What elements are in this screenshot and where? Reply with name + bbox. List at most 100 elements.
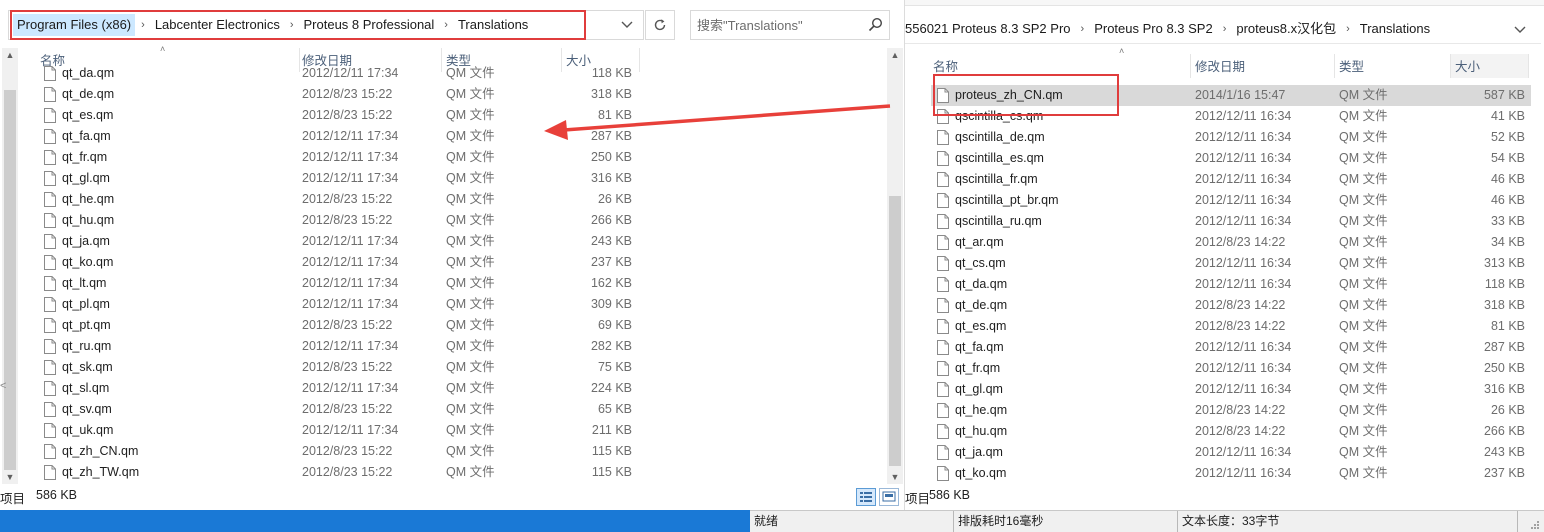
table-row[interactable]: qt_ja.qm 2012/12/11 16:34 QM 文件 243 KB (931, 442, 1531, 463)
table-row[interactable]: qscintilla_cs.qm 2012/12/11 16:34 QM 文件 41 … (931, 106, 1531, 127)
scroll-down-arrow-icon[interactable]: ▼ (2, 470, 18, 484)
search-input[interactable] (697, 16, 857, 34)
file-name: qt_he.qm (955, 403, 1008, 417)
file-size: 250 KB (590, 150, 632, 164)
file-size: 266 KB (1483, 424, 1525, 438)
table-row[interactable]: qt_ar.qm 2012/8/23 14:22 QM 文件 34 KB (931, 232, 1531, 253)
table-row[interactable]: qt_fa.qm 2012/12/11 17:34 QM 文件 287 KB (22, 126, 642, 147)
breadcrumb-separator-icon[interactable]: › (1217, 23, 1233, 35)
column-header-date[interactable]: 修改日期 (1191, 54, 1335, 78)
address-bar[interactable]: 556021 Proteus 8.3 SP2 Pro › Proteus Pro… (905, 14, 1541, 44)
table-row[interactable]: qt_zh_TW.qm 2012/8/23 15:22 QM 文件 115 KB (22, 462, 642, 483)
file-type: QM 文件 (1339, 193, 1388, 207)
table-row[interactable]: qt_fa.qm 2012/12/11 16:34 QM 文件 287 KB (931, 337, 1531, 358)
table-row[interactable]: qt_da.qm 2012/12/11 17:34 QM 文件 118 KB (22, 64, 642, 84)
file-name: qscintilla_pt_br.qm (955, 193, 1059, 207)
table-row[interactable]: qscintilla_es.qm 2012/12/11 16:34 QM 文件 54 … (931, 148, 1531, 169)
scroll-up-arrow-icon[interactable]: ▲ (887, 48, 903, 62)
file-date: 2012/12/11 17:34 (302, 234, 399, 248)
address-bar[interactable]: Program Files (x86) › Labcenter Electron… (8, 10, 644, 40)
table-row[interactable]: qt_gl.qm 2012/12/11 16:34 QM 文件 316 KB (931, 379, 1531, 400)
table-row[interactable]: qscintilla_de.qm 2012/12/11 16:34 QM 文件 52 … (931, 127, 1531, 148)
file-list-scrollbar[interactable]: ▲ ▼ (887, 48, 903, 484)
table-row[interactable]: qt_hu.qm 2012/8/23 14:22 QM 文件 266 KB (931, 421, 1531, 442)
table-row[interactable]: qscintilla_fr.qm 2012/12/11 16:34 QM 文件 46 … (931, 169, 1531, 190)
scroll-up-arrow-icon[interactable]: ▲ (2, 48, 18, 62)
table-row[interactable]: qt_fr.qm 2012/12/11 16:34 QM 文件 250 KB (931, 358, 1531, 379)
breadcrumb-translations[interactable]: Translations (1356, 18, 1434, 40)
column-header-type[interactable]: 类型 (1335, 54, 1451, 78)
table-row[interactable]: qt_ko.qm 2012/12/11 16:34 QM 文件 237 KB (931, 463, 1531, 484)
breadcrumb-translations[interactable]: Translations (454, 14, 532, 36)
refresh-button[interactable] (645, 10, 675, 40)
large-icons-view-button[interactable] (879, 488, 899, 506)
table-row[interactable]: qt_de.qm 2012/8/23 15:22 QM 文件 318 KB (22, 84, 642, 105)
file-date: 2012/12/11 16:34 (1195, 130, 1292, 144)
file-icon (937, 361, 949, 376)
table-row[interactable]: qt_pt.qm 2012/8/23 15:22 QM 文件 69 KB (22, 315, 642, 336)
details-view-button[interactable] (856, 488, 876, 506)
file-date: 2012/12/11 17:34 (302, 66, 399, 80)
table-row[interactable]: qt_cs.qm 2012/12/11 16:34 QM 文件 313 KB (931, 253, 1531, 274)
file-type: QM 文件 (446, 423, 495, 437)
file-date: 2012/8/23 15:22 (302, 192, 393, 206)
table-row[interactable]: qt_he.qm 2012/8/23 15:22 QM 文件 26 KB (22, 189, 642, 210)
address-history-dropdown-icon[interactable] (1513, 22, 1527, 36)
address-history-dropdown-icon[interactable] (619, 16, 635, 32)
file-size: 118 KB (591, 66, 632, 80)
breadcrumb-program-files[interactable]: Program Files (x86) (13, 14, 136, 36)
table-row[interactable]: qt_sk.qm 2012/8/23 15:22 QM 文件 75 KB (22, 357, 642, 378)
column-header-name[interactable]: 名称 (929, 54, 1191, 78)
table-row[interactable]: qt_da.qm 2012/12/11 16:34 QM 文件 118 KB (931, 274, 1531, 295)
file-type: QM 文件 (446, 213, 495, 227)
table-row[interactable]: qt_es.qm 2012/8/23 14:22 QM 文件 81 KB (931, 316, 1531, 337)
table-row[interactable]: qt_sv.qm 2012/8/23 15:22 QM 文件 65 KB (22, 399, 642, 420)
scrollbar-thumb[interactable] (889, 196, 901, 466)
scroll-down-arrow-icon[interactable]: ▼ (887, 470, 903, 484)
table-row[interactable]: qt_es.qm 2012/8/23 15:22 QM 文件 81 KB (22, 105, 642, 126)
breadcrumb-separator-icon[interactable]: › (284, 19, 300, 31)
table-row[interactable]: qt_ja.qm 2012/12/11 17:34 QM 文件 243 KB (22, 231, 642, 252)
breadcrumb-separator-icon[interactable]: › (1340, 23, 1356, 35)
breadcrumb-proteus-8[interactable]: Proteus 8 Professional (300, 14, 439, 36)
file-type: QM 文件 (446, 444, 495, 458)
table-row[interactable]: qscintilla_pt_br.qm 2012/12/11 16:34 QM 文件… (931, 190, 1531, 211)
table-row[interactable]: qt_uk.qm 2012/12/11 17:34 QM 文件 211 KB (22, 420, 642, 441)
breadcrumb-proteus-pro-package[interactable]: 556021 Proteus 8.3 SP2 Pro (905, 18, 1075, 40)
file-name: qt_zh_TW.qm (62, 465, 140, 479)
breadcrumb-labcenter[interactable]: Labcenter Electronics (151, 14, 284, 36)
file-date: 2012/12/11 16:34 (1195, 382, 1292, 396)
left-pane-scrollbar[interactable]: ▲ ▼ (2, 48, 18, 484)
breadcrumb-separator-icon[interactable]: › (438, 19, 454, 31)
breadcrumb-separator-icon[interactable]: › (1075, 23, 1091, 35)
file-icon (44, 255, 56, 270)
file-date: 2012/8/23 15:22 (302, 318, 393, 332)
table-row[interactable]: qt_ru.qm 2012/12/11 17:34 QM 文件 282 KB (22, 336, 642, 357)
table-row[interactable]: qt_he.qm 2012/8/23 14:22 QM 文件 26 KB (931, 400, 1531, 421)
column-header-size[interactable]: 大小 (1451, 54, 1529, 78)
breadcrumb-chinese-pack[interactable]: proteus8.x汉化包 (1232, 18, 1340, 40)
breadcrumb-separator-icon[interactable]: › (135, 19, 151, 31)
table-row[interactable]: qt_zh_CN.qm 2012/8/23 15:22 QM 文件 115 KB (22, 441, 642, 462)
resize-grip-icon[interactable] (1530, 520, 1540, 530)
file-name: qt_he.qm (62, 192, 115, 206)
table-row[interactable]: qt_lt.qm 2012/12/11 17:34 QM 文件 162 KB (22, 273, 642, 294)
table-row[interactable]: qt_hu.qm 2012/8/23 15:22 QM 文件 266 KB (22, 210, 642, 231)
file-name: qt_hu.qm (62, 213, 115, 227)
table-row[interactable]: qt_ko.qm 2012/12/11 17:34 QM 文件 237 KB (22, 252, 642, 273)
search-icon[interactable] (868, 17, 883, 32)
search-box[interactable] (690, 10, 890, 40)
file-list: qt_da.qm 2012/12/11 17:34 QM 文件 118 KB q… (22, 64, 642, 484)
file-size: 587 KB (1483, 88, 1525, 102)
table-row[interactable]: qt_sl.qm 2012/12/11 17:34 QM 文件 224 KB (22, 378, 642, 399)
table-row[interactable]: qt_de.qm 2012/8/23 14:22 QM 文件 318 KB (931, 295, 1531, 316)
table-row[interactable]: qscintilla_ru.qm 2012/12/11 16:34 QM 文件 33 … (931, 211, 1531, 232)
scrollbar-thumb[interactable] (4, 90, 16, 470)
file-icon (937, 382, 949, 397)
file-icon (937, 235, 949, 250)
breadcrumb-proteus-pro-8-3[interactable]: Proteus Pro 8.3 SP2 (1090, 18, 1217, 40)
table-row[interactable]: proteus_zh_CN.qm 2014/1/16 15:47 QM 文件 587 … (931, 85, 1531, 106)
table-row[interactable]: qt_fr.qm 2012/12/11 17:34 QM 文件 250 KB (22, 147, 642, 168)
table-row[interactable]: qt_pl.qm 2012/12/11 17:34 QM 文件 309 KB (22, 294, 642, 315)
table-row[interactable]: qt_gl.qm 2012/12/11 17:34 QM 文件 316 KB (22, 168, 642, 189)
